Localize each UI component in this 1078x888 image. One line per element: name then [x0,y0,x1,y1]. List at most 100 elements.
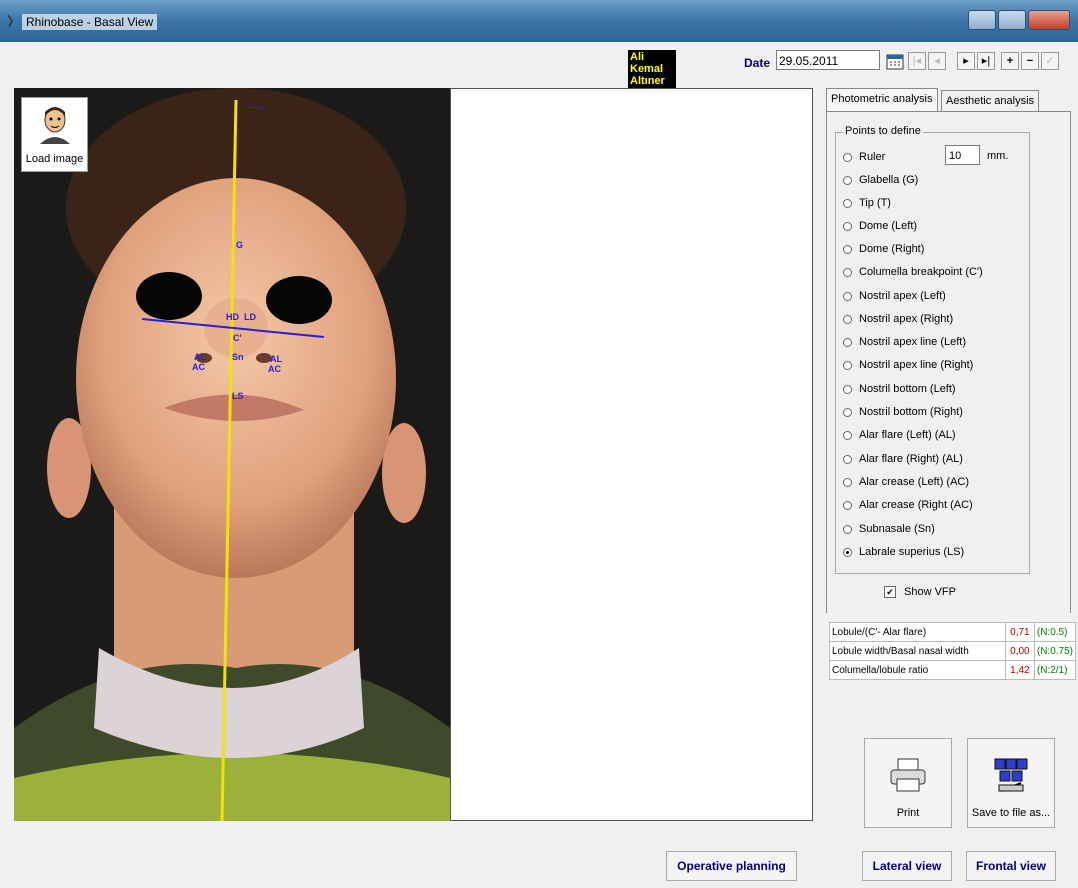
load-image-label: Load image [25,153,84,165]
radio-option[interactable]: Nostril apex (Right) [843,310,953,328]
radio-option[interactable]: Dome (Left) [843,217,917,235]
radio-label: Nostril apex line (Right) [859,359,974,371]
radio-button[interactable] [843,291,852,301]
radio-button[interactable] [843,547,852,557]
print-label: Print [896,807,920,819]
maximize-button[interactable] [998,10,1026,30]
ratio-value: 0,71 [1004,622,1035,642]
marker-ac-left: AC [192,362,205,372]
show-vfp-checkbox[interactable]: ✔ Show VFP [884,586,956,598]
lateral-view-button[interactable]: Lateral view [862,851,952,881]
operative-planning-button[interactable]: Operative planning [666,851,797,881]
radio-option[interactable]: Alar crease (Left) (AC) [843,473,969,491]
radio-button[interactable] [843,337,852,347]
radio-option[interactable]: Nostril apex line (Left) [843,333,966,351]
radio-option[interactable]: Columella breakpoint (C') [843,263,983,281]
radio-label: Glabella (G) [859,174,919,186]
radio-option[interactable]: Labrale superius (LS) [843,543,964,561]
marker-al-left: AL [194,352,206,362]
close-button[interactable] [1028,10,1070,30]
radio-button[interactable] [843,477,852,487]
printer-icon [890,758,926,792]
first-record-icon[interactable]: |◂ [908,52,926,70]
ruler-mm-input[interactable]: 10 [945,145,980,165]
radio-label: Dome (Right) [859,243,925,255]
radio-button[interactable] [843,221,852,231]
delete-record-icon[interactable]: − [1021,52,1039,70]
radio-label: Alar crease (Right (AC) [859,499,973,511]
radio-label: Columella breakpoint (C') [859,266,983,278]
radio-option[interactable]: Tip (T) [843,194,891,212]
patient-name: Ali Kemal Altıner [628,50,676,88]
radio-label: Nostril apex (Right) [859,313,954,325]
radio-button[interactable] [843,500,852,510]
radio-button[interactable] [843,384,852,394]
ratio-norm: (N:0.75) [1033,641,1077,661]
radio-option[interactable]: Glabella (G) [843,171,918,189]
radio-label: Alar flare (Right) (AL) [859,453,963,465]
radio-option[interactable]: Nostril apex line (Right) [843,356,973,374]
marker-hd: HD [226,312,239,322]
post-record-icon[interactable]: ✓ [1041,52,1059,70]
tab-photometric-analysis[interactable]: Photometric analysis [826,88,938,112]
radio-button[interactable] [843,314,852,324]
radio-button[interactable] [843,524,852,534]
save-to-file-button[interactable]: Save to file as... [967,738,1055,828]
radio-label: Nostril apex (Left) [859,290,946,302]
ratio-name: Lobule/(C'- Alar flare) [829,622,1006,642]
radio-option[interactable]: Alar flare (Left) (AL) [843,426,956,444]
radio-option[interactable]: Nostril bottom (Left) [843,380,956,398]
previous-record-icon[interactable]: ◂ [928,52,946,70]
save-to-file-label: Save to file as... [971,807,1051,819]
radio-option[interactable]: Dome (Right) [843,240,924,258]
save-file-icon [994,758,1028,792]
radio-label: Nostril bottom (Right) [859,406,963,418]
radio-button[interactable] [843,360,852,370]
radio-button[interactable] [843,152,852,162]
marker-c-prime: C' [233,333,242,343]
date-label: Date [744,56,771,70]
points-group-title: Points to define [843,125,923,137]
load-image-button[interactable]: Load image [21,97,88,172]
print-button[interactable]: Print [864,738,952,828]
last-record-icon[interactable]: ▸| [977,52,995,70]
marker-sn: Sn [232,352,244,362]
radio-option[interactable]: Nostril bottom (Right) [843,403,963,421]
tab-aesthetic-analysis[interactable]: Aesthetic analysis [941,90,1040,112]
ratio-value: 0,00 [1004,641,1035,661]
radio-button[interactable] [843,198,852,208]
patient-photo[interactable]: —— G HD LD C' AL AC Sn AL AC LS [14,88,450,821]
table-row: Columella/lobule ratio 1,42 (N:2/1) [829,660,1077,680]
table-row: Lobule width/Basal nasal width 0,00 (N:0.7… [829,641,1077,661]
radio-label: Dome (Left) [859,220,918,232]
calendar-icon[interactable] [886,52,904,70]
marker-al-right: AL [270,354,282,364]
radio-label: Labrale superius (LS) [859,546,965,558]
radio-option[interactable]: Alar flare (Right) (AL) [843,450,963,468]
ratio-norm: (N:0.5) [1033,622,1077,642]
title-bar: Rhinobase - Basal View [0,0,1078,42]
radio-button[interactable] [843,267,852,277]
next-record-icon[interactable]: ▸ [957,52,975,70]
radio-option[interactable]: Nostril apex (Left) [843,287,946,305]
date-field[interactable]: 29.05.2011 [776,50,880,70]
radio-button[interactable] [843,175,852,185]
marker-top: —— [244,102,262,112]
minimize-button[interactable] [968,10,996,30]
ratio-name: Lobule width/Basal nasal width [829,641,1006,661]
radio-option[interactable]: Alar crease (Right (AC) [843,496,973,514]
ratio-name: Columella/lobule ratio [829,660,1006,680]
checkbox-checked-icon[interactable]: ✔ [884,586,896,598]
add-record-icon[interactable]: + [1001,52,1019,70]
radio-option[interactable]: Ruler [843,148,885,166]
radio-button[interactable] [843,244,852,254]
app-icon [7,14,13,28]
radio-label: Subnasale (Sn) [859,523,935,535]
radio-button[interactable] [843,407,852,417]
radio-option[interactable]: Subnasale (Sn) [843,520,935,538]
radio-button[interactable] [843,430,852,440]
radio-label: Nostril bottom (Left) [859,383,956,395]
frontal-view-button[interactable]: Frontal view [966,851,1056,881]
comparison-panel [450,88,813,821]
radio-button[interactable] [843,454,852,464]
